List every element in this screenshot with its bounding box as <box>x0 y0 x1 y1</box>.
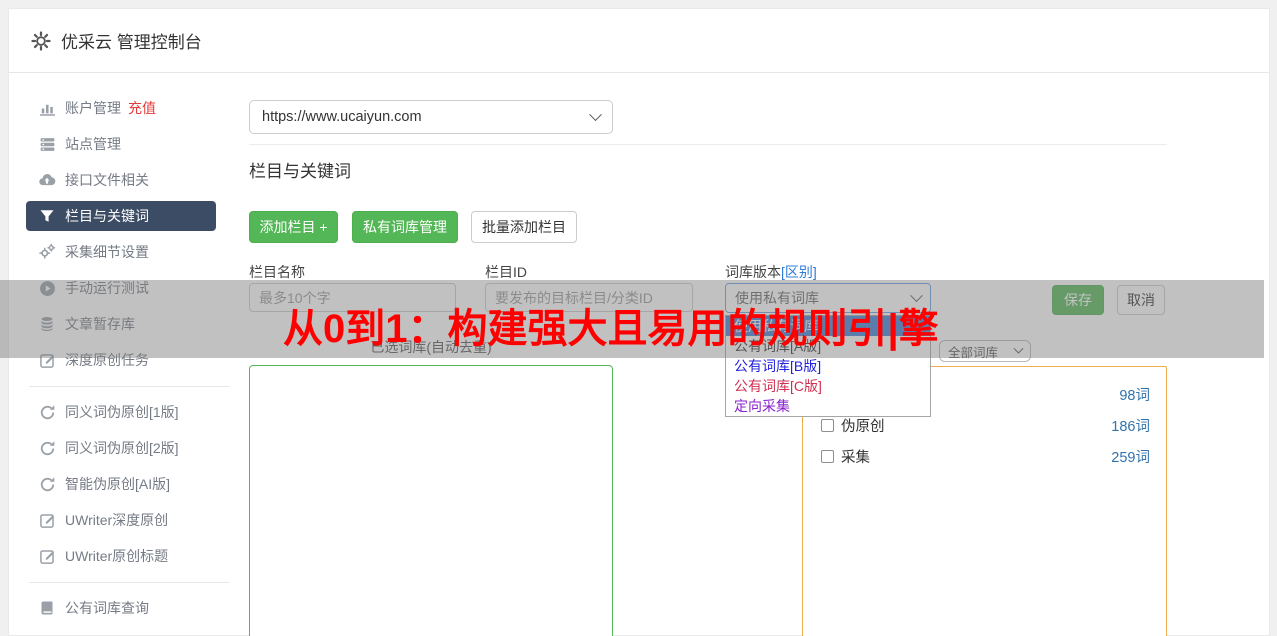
sidebar-item-refresh[interactable]: 同义词伪原创[2版] <box>26 433 216 463</box>
refresh-icon <box>38 439 56 457</box>
column-name-input[interactable] <box>249 283 456 312</box>
save-button[interactable]: 保存 <box>1052 285 1104 315</box>
edit-icon <box>38 511 56 529</box>
dropdown-option[interactable]: 使用私有词库 <box>726 316 930 336</box>
sidebar-item-label: 采集细节设置 <box>65 244 149 260</box>
selected-lexicon-label: 已选词库(自动去重) <box>370 339 492 355</box>
sidebar-item-label: 深度原创任务 <box>65 352 149 368</box>
book-icon <box>38 599 56 617</box>
dropdown-option[interactable]: 公有词库[A版] <box>726 336 930 356</box>
sidebar-item-label: 手动运行测试 <box>65 280 149 296</box>
sidebar-item-refresh[interactable]: 同义词伪原创[1版] <box>26 397 216 427</box>
lexicon-label-text: 采集 <box>841 450 870 466</box>
sidebar-item-book[interactable]: 公有词库查询 <box>26 593 216 623</box>
sidebar-item-bar-chart[interactable]: 账户管理 充值 <box>26 93 216 123</box>
lexicon-row-label[interactable]: 采集 <box>821 446 870 467</box>
sidebar-item-edit[interactable]: UWriter原创标题 <box>26 541 216 571</box>
sidebar-item-label: 接口文件相关 <box>65 172 149 188</box>
app-window: 优采云 管理控制台 账户管理 充值 站点管理 接口文件相关 栏目与关键词 采集细节设置 手动… <box>8 8 1270 636</box>
sidebar-item-gears[interactable]: 采集细节设置 <box>26 237 216 267</box>
lexicon-word-count: 259词 <box>1111 450 1150 466</box>
site-url-value: https://www.ucaiyun.com <box>262 109 422 125</box>
lexicon-filter-value: 全部词库 <box>948 345 999 360</box>
sidebar-item-label: UWriter深度原创 <box>65 512 169 528</box>
sidebar-item-label: 同义词伪原创[2版] <box>65 440 179 456</box>
sidebar-item-label: 站点管理 <box>65 136 121 152</box>
edit-icon <box>38 351 56 369</box>
sidebar: 账户管理 充值站点管理接口文件相关 栏目与关键词 采集细节设置 手动运行测试 文章暂存库深… <box>9 73 249 636</box>
column-id-label: 栏目ID <box>485 264 527 280</box>
main-content: https://www.ucaiyun.com 栏目与关键词 添加栏目 + 私有… <box>249 73 1271 636</box>
sidebar-item-play-circle[interactable]: 手动运行测试 <box>26 273 216 303</box>
lexicon-filter-select[interactable]: 全部词库 <box>939 340 1031 362</box>
lexicon-row-label[interactable]: 伪原创 <box>821 415 885 436</box>
lexicon-label-text: 伪原创 <box>841 419 885 435</box>
sidebar-item-label: 智能伪原创[AI版] <box>65 476 171 492</box>
batch-add-button[interactable]: 批量添加栏目 <box>471 211 577 243</box>
lexicon-row: 采集 259词 <box>803 441 1166 472</box>
sidebar-item-label: 同义词伪原创[1版] <box>65 404 179 420</box>
filter-icon <box>38 207 56 225</box>
site-url-select[interactable]: https://www.ucaiyun.com <box>249 100 613 134</box>
recharge-link[interactable]: 充值 <box>128 98 156 118</box>
database-icon <box>38 315 56 333</box>
edit-icon <box>38 547 56 565</box>
cancel-button[interactable]: 取消 <box>1117 285 1165 315</box>
divider <box>249 144 1167 145</box>
sidebar-item-label: 栏目与关键词 <box>65 208 149 224</box>
chevron-down-icon <box>910 288 923 302</box>
gears-icon <box>38 243 56 261</box>
sidebar-item-label: 公有词库查询 <box>65 600 149 616</box>
bar-chart-icon <box>38 99 56 117</box>
sidebar-divider <box>29 386 229 387</box>
checkbox[interactable] <box>821 450 834 463</box>
dropdown-option[interactable]: 公有词库[C版] <box>726 376 930 396</box>
sidebar-item-label: UWriter原创标题 <box>65 548 169 564</box>
sidebar-item-filter-active[interactable]: 栏目与关键词 <box>26 201 216 231</box>
sidebar-item-edit[interactable]: UWriter深度原创 <box>26 505 216 535</box>
sidebar-item-cloud-upload[interactable]: 接口文件相关 <box>26 165 216 195</box>
refresh-icon <box>38 403 56 421</box>
private-lexicon-button[interactable]: 私有词库管理 <box>352 211 458 243</box>
lexicon-word-count: 98词 <box>1119 388 1150 404</box>
lexicon-version-value: 使用私有词库 <box>735 290 819 306</box>
selected-lexicon-box <box>249 365 613 636</box>
refresh-icon <box>38 475 56 493</box>
app-title: 优采云 管理控制台 <box>61 33 202 52</box>
dropdown-option[interactable]: 公有词库[B版] <box>726 356 930 376</box>
play-circle-icon <box>38 279 56 297</box>
add-column-button[interactable]: 添加栏目 + <box>249 211 338 243</box>
column-id-input[interactable] <box>485 283 693 312</box>
lexicon-version-label: 词库版本[区别] <box>725 264 817 280</box>
version-diff-link[interactable]: [区别] <box>781 264 817 280</box>
sidebar-item-label: 文章暂存库 <box>65 316 135 332</box>
server-icon <box>38 135 56 153</box>
sidebar-divider <box>29 582 229 583</box>
cloud-upload-icon <box>38 171 56 189</box>
lexicon-word-count: 186词 <box>1111 419 1150 435</box>
sidebar-item-database[interactable]: 文章暂存库 <box>26 309 216 339</box>
chevron-down-icon <box>589 107 602 121</box>
app-header: 优采云 管理控制台 <box>9 9 1269 73</box>
gear-icon <box>31 30 51 51</box>
sidebar-item-label: 账户管理 <box>65 100 121 116</box>
dropdown-option[interactable]: 定向采集 <box>726 396 930 416</box>
checkbox[interactable] <box>821 419 834 432</box>
lexicon-version-select[interactable]: 使用私有词库 <box>725 283 931 313</box>
sidebar-item-server[interactable]: 站点管理 <box>26 129 216 159</box>
lexicon-version-dropdown: 使用私有词库 公有词库[A版] 公有词库[B版] 公有词库[C版] 定向采集 <box>725 315 931 417</box>
sidebar-item-refresh[interactable]: 智能伪原创[AI版] <box>26 469 216 499</box>
column-name-label: 栏目名称 <box>249 264 305 280</box>
sidebar-item-edit[interactable]: 深度原创任务 <box>26 345 216 375</box>
chevron-down-icon <box>1013 343 1024 354</box>
page-title: 栏目与关键词 <box>249 162 351 181</box>
